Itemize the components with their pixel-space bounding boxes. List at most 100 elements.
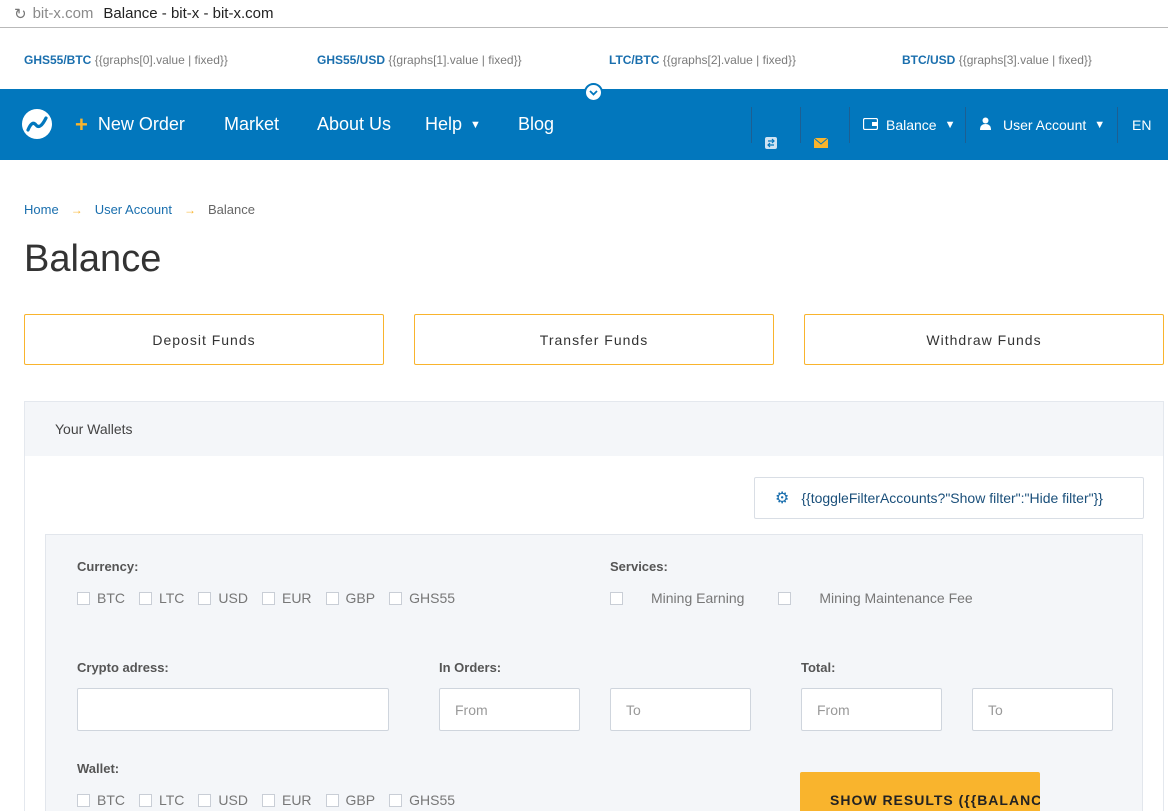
checkbox-box[interactable] (610, 591, 623, 605)
exchange-icon[interactable] (764, 89, 778, 160)
checkbox-label: GHS55 (409, 792, 456, 808)
breadcrumb-user-account[interactable]: User Account (95, 202, 172, 217)
breadcrumb-home[interactable]: Home (24, 202, 59, 217)
wallet-checkbox[interactable]: BTC (77, 792, 125, 808)
currency-checkbox[interactable]: GHS55 (389, 590, 455, 606)
checkbox-label: USD (218, 792, 248, 808)
services-label: Services: (610, 559, 668, 574)
nav-market[interactable]: Market (224, 89, 279, 160)
total-from-input[interactable]: From (801, 688, 942, 731)
page-title: Balance (24, 238, 162, 280)
deposit-funds-button[interactable]: Deposit Funds (24, 314, 384, 365)
wallet-icon (862, 117, 879, 133)
checkbox-box[interactable] (325, 591, 339, 605)
checkbox-box[interactable] (261, 793, 275, 807)
wallets-header: Your Wallets (25, 402, 1163, 456)
currency-checkbox[interactable]: USD (198, 590, 248, 606)
currency-checkbox[interactable]: GBP (325, 590, 376, 606)
service-checkbox[interactable]: Mining Maintenance Fee (778, 590, 973, 606)
checkbox-box[interactable] (139, 793, 152, 807)
wallet-checkbox[interactable]: EUR (261, 792, 312, 808)
ticker-value: {{graphs[1].value | fixed}} (388, 53, 522, 67)
ticker-pair[interactable]: GHS55/USD (317, 53, 385, 67)
user-account-dropdown[interactable]: User Account ▼ (980, 89, 1105, 160)
checkbox-label: EUR (281, 792, 312, 808)
checkbox-label: BTC (97, 590, 125, 606)
language-selector[interactable]: EN (1132, 89, 1151, 160)
checkbox-box[interactable] (261, 591, 275, 605)
checkbox-box[interactable] (77, 793, 90, 807)
ticker-collapse-chevron-icon[interactable] (584, 83, 603, 102)
currency-label: Currency: (77, 559, 139, 574)
checkbox-label: EUR (281, 590, 312, 606)
new-order-button[interactable]: + New Order (75, 89, 185, 160)
currency-checkbox[interactable]: BTC (77, 590, 125, 606)
arrow-right-icon: → (70, 202, 83, 217)
in-orders-label: In Orders: (439, 660, 502, 675)
checkbox-label: LTC (159, 792, 185, 808)
main-navbar: + New Order Market About Us Help ▼ Blog … (0, 89, 1168, 160)
checkbox-box[interactable] (389, 591, 403, 605)
wallet-checkbox[interactable]: LTC (139, 792, 184, 808)
checkbox-label: Mining Maintenance Fee (819, 590, 973, 606)
nav-blog[interactable]: Blog (518, 89, 554, 160)
ticker-pair[interactable]: LTC/BTC (609, 53, 659, 67)
crypto-address-input[interactable] (77, 688, 389, 731)
in-orders-to-input[interactable]: To (610, 688, 751, 731)
ticker-item: GHS55/BTC {{graphs[0].value | fixed}} (24, 53, 228, 67)
transfer-funds-button[interactable]: Transfer Funds (414, 314, 774, 365)
total-label: Total: (801, 660, 836, 675)
checkbox-box[interactable] (198, 793, 212, 807)
ticker-value: {{graphs[3].value | fixed}} (958, 53, 1092, 67)
user-account-label: User Account (1003, 116, 1087, 133)
withdraw-funds-button[interactable]: Withdraw Funds (804, 314, 1164, 365)
logo-icon[interactable] (22, 109, 52, 139)
nav-divider (849, 107, 850, 143)
checkbox-box[interactable] (325, 793, 339, 807)
user-icon (980, 117, 991, 133)
checkbox-label: GBP (345, 792, 376, 808)
nav-about-us[interactable]: About Us (317, 89, 391, 160)
currency-checkbox[interactable]: EUR (261, 590, 312, 606)
service-checkbox[interactable]: Mining Earning (610, 590, 744, 606)
chevron-down-icon: ▼ (944, 118, 956, 131)
checkbox-label: GBP (345, 590, 376, 606)
in-orders-from-input[interactable]: From (439, 688, 580, 731)
checkbox-label: GHS55 (409, 590, 456, 606)
checkbox-box[interactable] (77, 591, 90, 605)
wallet-checkbox[interactable]: GHS55 (389, 792, 455, 808)
ticker-pair[interactable]: BTC/USD (902, 53, 955, 67)
wallet-label: Wallet: (77, 761, 120, 776)
nav-divider (800, 107, 801, 143)
mail-icon[interactable] (814, 89, 828, 160)
price-ticker: GHS55/BTC {{graphs[0].value | fixed}} GH… (0, 28, 1168, 102)
ticker-value: {{graphs[0].value | fixed}} (94, 53, 228, 67)
ticker-item: BTC/USD {{graphs[3].value | fixed}} (902, 53, 1092, 67)
nav-help[interactable]: Help ▼ (425, 89, 481, 160)
wallets-panel: Your Wallets ⚙ {{toggleFilterAccounts?"S… (24, 401, 1164, 811)
chevron-down-icon: ▼ (1094, 118, 1106, 131)
balance-dropdown[interactable]: Balance ▼ (862, 89, 956, 160)
balance-label: Balance (886, 116, 937, 133)
nav-divider (751, 107, 752, 143)
filter-panel: Currency: BTC LTC USD EUR GBP GHS55 Serv… (45, 534, 1143, 811)
wallet-checkbox[interactable]: GBP (325, 792, 376, 808)
total-to-input[interactable]: To (972, 688, 1113, 731)
arrow-right-icon: → (184, 202, 197, 217)
reload-icon[interactable]: ↻ (14, 5, 27, 23)
checkbox-box[interactable] (139, 591, 152, 605)
show-results-button[interactable]: SHOW RESULTS ({{BALANCE (800, 772, 1040, 811)
new-order-label: New Order (97, 114, 185, 134)
checkbox-box[interactable] (778, 591, 792, 605)
currency-checkbox[interactable]: LTC (139, 590, 184, 606)
toggle-filter-label: {{toggleFilterAccounts?"Show filter":"Hi… (801, 490, 1103, 506)
ticker-item: GHS55/USD {{graphs[1].value | fixed}} (317, 53, 522, 67)
toggle-filter-button[interactable]: ⚙ {{toggleFilterAccounts?"Show filter":"… (754, 477, 1144, 519)
ticker-value: {{graphs[2].value | fixed}} (662, 53, 796, 67)
checkbox-label: BTC (97, 792, 125, 808)
wallet-checkbox[interactable]: USD (198, 792, 248, 808)
ticker-pair[interactable]: GHS55/BTC (24, 53, 91, 67)
chevron-down-icon: ▼ (470, 118, 481, 131)
checkbox-box[interactable] (389, 793, 403, 807)
checkbox-box[interactable] (198, 591, 212, 605)
